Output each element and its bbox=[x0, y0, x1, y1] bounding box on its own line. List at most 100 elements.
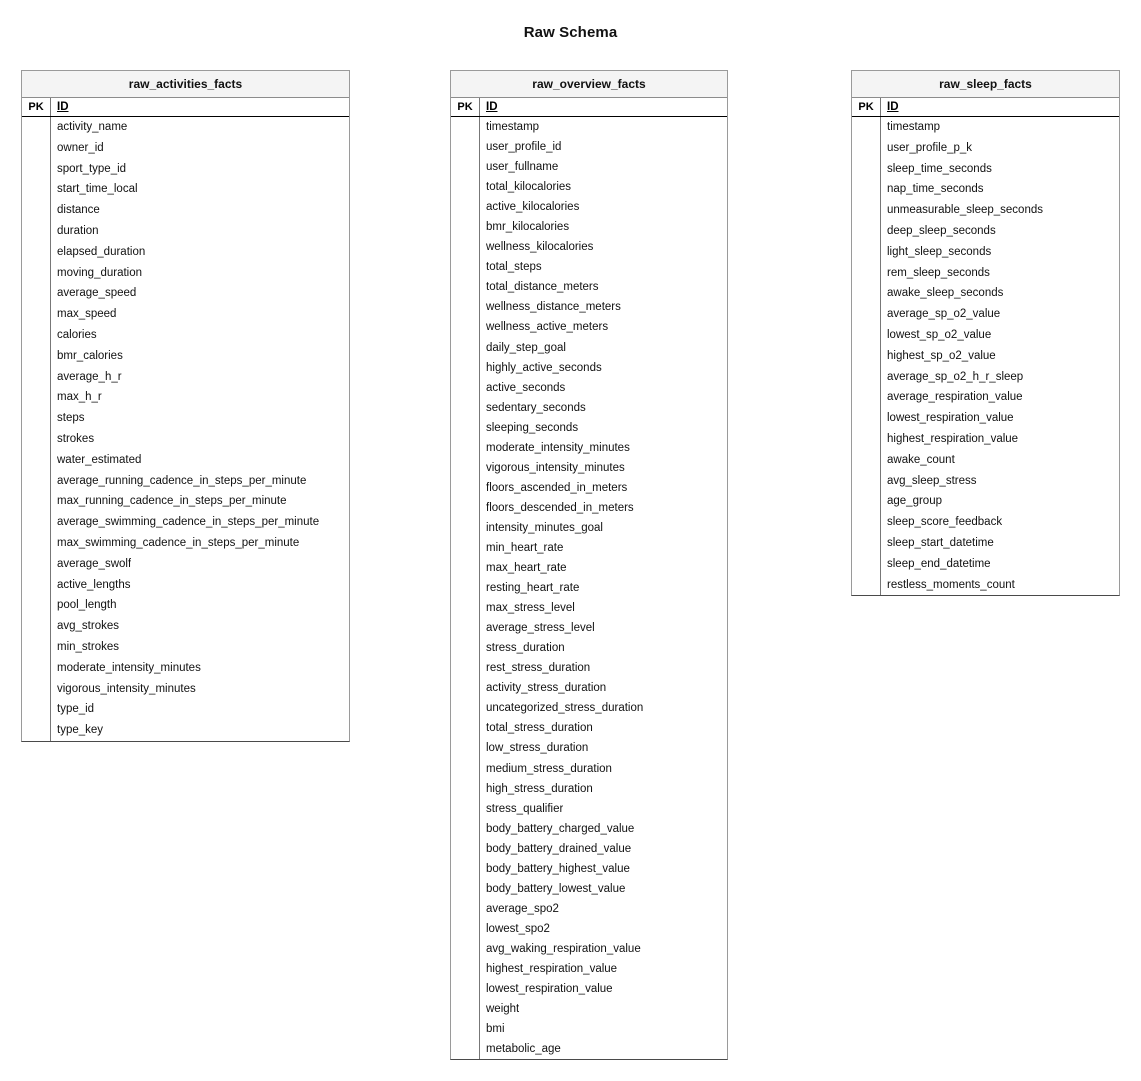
field-row: average_sp_o2_value bbox=[852, 304, 1119, 325]
field-row: wellness_active_meters bbox=[451, 317, 727, 338]
field-pk-cell bbox=[22, 220, 51, 242]
field-row: low_stress_duration bbox=[451, 738, 727, 759]
field-name: metabolic_age bbox=[486, 1043, 561, 1056]
entity-field-list: activity_name owner_id sport_type_id start_… bbox=[22, 117, 349, 741]
field-row: timestamp bbox=[451, 117, 727, 138]
field-pk-cell bbox=[22, 720, 51, 741]
field-row: rem_sleep_seconds bbox=[852, 262, 1119, 284]
field-name: average_h_r bbox=[57, 370, 122, 383]
field-pk-cell bbox=[22, 491, 51, 513]
field-name: wellness_active_meters bbox=[486, 321, 609, 334]
field-name: active_lengths bbox=[57, 578, 131, 591]
field-name: start_time_local bbox=[57, 183, 138, 196]
id-column-header: ID bbox=[887, 101, 899, 113]
field-name: lowest_respiration_value bbox=[887, 412, 1014, 425]
field-name: activity_stress_duration bbox=[486, 682, 607, 695]
field-row: user_profile_id bbox=[451, 137, 727, 158]
entity-field-list: timestamp user_profile_id user_fullname tot… bbox=[451, 117, 727, 1060]
field-pk-cell bbox=[451, 197, 480, 218]
field-row: sleep_time_seconds bbox=[852, 158, 1119, 180]
field-name: restless_moments_count bbox=[887, 578, 1015, 591]
field-name: sleep_score_feedback bbox=[887, 516, 1003, 529]
field-row: lowest_spo2 bbox=[451, 918, 727, 939]
field-name: stress_qualifier bbox=[486, 802, 564, 815]
field-name: rem_sleep_seconds bbox=[887, 266, 990, 279]
field-name: owner_id bbox=[57, 141, 104, 154]
field-row: body_battery_drained_value bbox=[451, 838, 727, 859]
field-pk-cell bbox=[451, 738, 480, 759]
field-pk-cell bbox=[451, 858, 480, 879]
field-pk-cell bbox=[852, 220, 881, 242]
field-pk-cell bbox=[451, 437, 480, 458]
field-pk-cell bbox=[451, 297, 480, 318]
field-name: rest_stress_duration bbox=[486, 662, 591, 675]
field-name: highest_respiration_value bbox=[887, 432, 1019, 445]
field-pk-cell bbox=[22, 553, 51, 575]
field-pk-cell bbox=[22, 512, 51, 533]
field-pk-cell bbox=[451, 137, 480, 158]
field-row: start_time_local bbox=[22, 179, 349, 201]
field-row: average_stress_level bbox=[451, 618, 727, 639]
field-pk-cell bbox=[451, 1019, 480, 1040]
field-pk-cell bbox=[451, 317, 480, 338]
field-pk-cell bbox=[852, 241, 881, 263]
field-pk-cell bbox=[451, 558, 480, 579]
field-row: max_swimming_cadence_in_steps_per_minute bbox=[22, 532, 349, 554]
field-row: rest_stress_duration bbox=[451, 658, 727, 679]
field-name: max_h_r bbox=[57, 391, 102, 404]
entity-column-header: PK ID bbox=[451, 98, 727, 117]
field-pk-cell bbox=[852, 387, 881, 409]
field-name: body_battery_highest_value bbox=[486, 862, 630, 875]
field-row: active_seconds bbox=[451, 377, 727, 398]
field-row: avg_waking_respiration_value bbox=[451, 938, 727, 959]
field-pk-cell bbox=[451, 698, 480, 719]
field-name: strokes bbox=[57, 432, 95, 445]
field-pk-cell bbox=[451, 838, 480, 859]
field-name: lowest_spo2 bbox=[486, 922, 550, 935]
field-pk-cell bbox=[451, 758, 480, 779]
field-name: medium_stress_duration bbox=[486, 762, 612, 775]
field-row: sleep_score_feedback bbox=[852, 512, 1119, 533]
field-row: steps bbox=[22, 408, 349, 429]
field-row: timestamp bbox=[852, 117, 1119, 138]
field-pk-cell bbox=[852, 491, 881, 513]
field-pk-cell bbox=[451, 898, 480, 919]
field-row: light_sleep_seconds bbox=[852, 241, 1119, 263]
field-name: moderate_intensity_minutes bbox=[486, 441, 630, 454]
field-pk-cell bbox=[22, 158, 51, 180]
field-pk-cell bbox=[451, 778, 480, 799]
field-pk-cell bbox=[451, 117, 480, 138]
field-pk-cell bbox=[451, 257, 480, 278]
field-pk-cell bbox=[451, 798, 480, 819]
field-name: light_sleep_seconds bbox=[887, 245, 992, 258]
field-pk-cell bbox=[852, 366, 881, 388]
field-pk-cell bbox=[852, 428, 881, 450]
page-title: Raw Schema bbox=[523, 24, 618, 41]
field-pk-cell bbox=[451, 237, 480, 258]
field-pk-cell bbox=[22, 678, 51, 700]
field-pk-cell bbox=[451, 958, 480, 980]
field-row: duration bbox=[22, 220, 349, 242]
field-row: active_lengths bbox=[22, 574, 349, 596]
field-name: total_distance_meters bbox=[486, 281, 599, 294]
field-pk-cell bbox=[22, 699, 51, 721]
field-name: body_battery_charged_value bbox=[486, 822, 635, 835]
field-name: user_profile_id bbox=[486, 141, 562, 154]
field-name: vigorous_intensity_minutes bbox=[486, 461, 625, 474]
entity-column-header: PK ID bbox=[852, 98, 1119, 117]
field-name: high_stress_duration bbox=[486, 782, 593, 795]
pk-column-header: PK bbox=[852, 98, 881, 116]
field-name: sleep_time_seconds bbox=[887, 162, 992, 175]
field-row: highest_sp_o2_value bbox=[852, 345, 1119, 367]
field-pk-cell bbox=[22, 241, 51, 263]
field-row: stress_duration bbox=[451, 638, 727, 659]
field-name: average_respiration_value bbox=[887, 391, 1023, 404]
field-row: calories bbox=[22, 324, 349, 346]
field-pk-cell bbox=[22, 387, 51, 409]
field-name: total_stress_duration bbox=[486, 722, 593, 735]
field-pk-cell bbox=[451, 377, 480, 398]
field-row: max_stress_level bbox=[451, 598, 727, 619]
field-name: average_swolf bbox=[57, 557, 132, 570]
field-row: bmi bbox=[451, 1019, 727, 1040]
field-pk-cell bbox=[852, 324, 881, 346]
